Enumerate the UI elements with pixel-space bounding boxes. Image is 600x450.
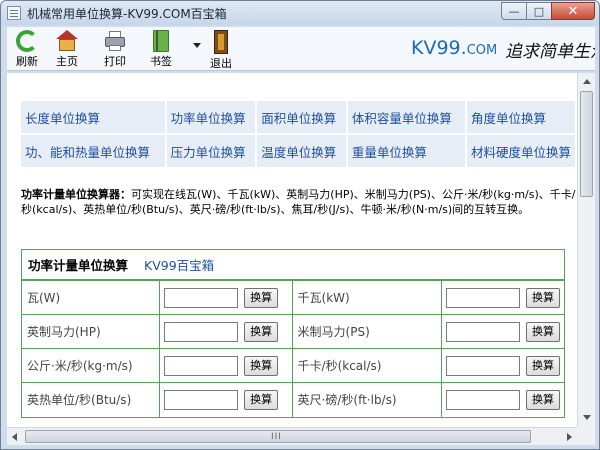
maximize-icon: □ — [533, 4, 545, 18]
window-title: 机械常用单位换算-KV99.COM百宝箱 — [27, 7, 227, 21]
convert-button[interactable]: 换算 — [526, 321, 560, 342]
unit-cell: 换算 — [441, 348, 564, 383]
bookmark-label: 书签 — [150, 55, 172, 68]
ps-input[interactable] — [446, 321, 520, 342]
nav-pressure[interactable]: 压力单位换算 — [166, 135, 256, 167]
unit-cell: 换算 — [441, 314, 564, 349]
home-icon — [56, 30, 78, 52]
nav-power[interactable]: 功率单位换算 — [166, 101, 256, 133]
scroll-up-icon[interactable] — [583, 79, 591, 84]
nav-angle[interactable]: 角度单位换算 — [466, 101, 575, 133]
calc-row: 英制马力(HP) 换算 米制马力(PS) 换算 — [22, 314, 564, 349]
unit-cell: 换算 — [441, 280, 564, 315]
home-label: 主页 — [56, 55, 78, 68]
convert-button[interactable]: 换算 — [526, 355, 560, 376]
vertical-scroll-thumb[interactable] — [580, 91, 593, 197]
close-button[interactable]: ✕ — [551, 2, 595, 20]
refresh-label: 刷新 — [16, 55, 38, 68]
unit-label: 英热单位/秒(Btu/s) — [22, 382, 161, 417]
brand-suffix: COM — [466, 43, 498, 58]
horizontal-scroll-thumb[interactable]: III — [25, 430, 531, 443]
bookmark-dropdown-icon[interactable] — [193, 43, 201, 48]
exit-button[interactable]: 退出 — [201, 29, 241, 70]
calc-row: 瓦(W) 换算 千瓦(kW) 换算 — [22, 280, 564, 315]
nav-hardness[interactable]: 材料硬度单位换算 — [466, 135, 575, 167]
unit-cell: 换算 — [159, 280, 293, 315]
unit-label: 千瓦(kW) — [291, 280, 443, 315]
power-calculator: 功率计量单位换算 KV99百宝箱 瓦(W) 换算 千瓦(kW) 换算 英制马力(… — [21, 249, 565, 418]
kcals-input[interactable] — [446, 355, 520, 376]
scroll-right-icon[interactable] — [567, 433, 572, 441]
maximize-button[interactable]: □ — [526, 2, 552, 20]
brand-logo: KV99.COM — [411, 37, 497, 59]
ftlbs-input[interactable] — [446, 389, 520, 410]
hp-input[interactable] — [164, 321, 239, 342]
title-bar[interactable]: 机械常用单位换算-KV99.COM百宝箱 — □ ✕ — [1, 1, 599, 25]
exit-label: 退出 — [210, 57, 232, 70]
unit-label: 瓦(W) — [22, 280, 161, 315]
calculator-brand-link[interactable]: KV99百宝箱 — [144, 255, 214, 274]
nav-temperature[interactable]: 温度单位换算 — [257, 135, 346, 167]
app-icon — [7, 6, 21, 20]
kgms-input[interactable] — [164, 355, 239, 376]
app-window: 机械常用单位换算-KV99.COM百宝箱 — □ ✕ 刷新 主页 打印 书签 退… — [0, 0, 600, 450]
brand-main: KV99. — [411, 37, 467, 59]
unit-cell: 换算 — [159, 314, 293, 349]
unit-label: 米制马力(PS) — [291, 314, 443, 349]
convert-button[interactable]: 换算 — [244, 287, 279, 308]
scroll-down-icon[interactable] — [583, 415, 591, 420]
scrollbar-corner — [577, 427, 595, 445]
horizontal-scrollbar[interactable]: III — [7, 427, 577, 445]
print-label: 打印 — [104, 55, 126, 68]
unit-label: 英制马力(HP) — [22, 314, 161, 349]
close-icon: ✕ — [567, 3, 579, 19]
unit-label: 千卡/秒(kcal/s) — [291, 348, 443, 383]
print-button[interactable]: 打印 — [95, 29, 135, 69]
unit-cell: 换算 — [441, 382, 564, 417]
scroll-left-icon[interactable] — [12, 433, 17, 441]
btus-input[interactable] — [164, 389, 239, 410]
content-viewport: 长度单位换算 功率单位换算 面积单位换算 体积容量单位换算 角度单位换算 功、能… — [7, 73, 577, 427]
unit-label: 公斤·米/秒(kg·m/s) — [22, 348, 161, 383]
exit-door-icon — [214, 30, 228, 54]
convert-button[interactable]: 换算 — [526, 287, 560, 308]
calculator-header: 功率计量单位换算 KV99百宝箱 — [22, 250, 564, 280]
printer-icon — [104, 30, 126, 52]
nav-energy[interactable]: 功、能和热量单位换算 — [21, 135, 165, 167]
vertical-scrollbar[interactable] — [577, 73, 595, 427]
nav-volume[interactable]: 体积容量单位换算 — [347, 101, 465, 133]
converter-nav: 长度单位换算 功率单位换算 面积单位换算 体积容量单位换算 角度单位换算 功、能… — [19, 99, 577, 169]
watt-input[interactable] — [164, 287, 239, 308]
nav-row: 功、能和热量单位换算 压力单位换算 温度单位换算 重量单位换算 材料硬度单位换算 — [21, 135, 575, 167]
nav-row: 长度单位换算 功率单位换算 面积单位换算 体积容量单位换算 角度单位换算 — [21, 101, 575, 133]
kilowatt-input[interactable] — [446, 287, 520, 308]
convert-button[interactable]: 换算 — [244, 389, 279, 410]
description: 功率计量单位换算器：可实现在线瓦(W)、千瓦(kW)、英制马力(HP)、米制马力… — [21, 187, 577, 217]
nav-area[interactable]: 面积单位换算 — [257, 101, 346, 133]
convert-button[interactable]: 换算 — [526, 389, 560, 410]
description-lead: 功率计量单位换算器： — [21, 188, 131, 201]
bookmark-icon — [153, 30, 169, 52]
toolbar: 刷新 主页 打印 书签 退出 KV99.COM 追求简单生活 — [7, 27, 595, 71]
unit-cell: 换算 — [159, 348, 293, 383]
calc-row: 公斤·米/秒(kg·m/s) 换算 千卡/秒(kcal/s) 换算 — [22, 348, 564, 383]
unit-label: 英尺·磅/秒(ft·lb/s) — [291, 382, 443, 417]
slogan: 追求简单生活 — [505, 42, 595, 62]
unit-cell: 换算 — [159, 382, 293, 417]
calculator-grid: 瓦(W) 换算 千瓦(kW) 换算 英制马力(HP) 换算 米制马力(PS) 换… — [22, 280, 564, 417]
scroll-grip: III — [271, 432, 282, 442]
minimize-button[interactable]: — — [501, 2, 527, 20]
nav-weight[interactable]: 重量单位换算 — [347, 135, 465, 167]
minimize-icon: — — [508, 4, 520, 18]
bookmark-button[interactable]: 书签 — [141, 29, 181, 69]
calculator-title: 功率计量单位换算 — [28, 258, 129, 273]
nav-length[interactable]: 长度单位换算 — [21, 101, 165, 133]
home-button[interactable]: 主页 — [47, 29, 87, 69]
calc-row: 英热单位/秒(Btu/s) 换算 英尺·磅/秒(ft·lb/s) 换算 — [22, 382, 564, 417]
convert-button[interactable]: 换算 — [244, 355, 279, 376]
refresh-button[interactable]: 刷新 — [7, 29, 47, 69]
convert-button[interactable]: 换算 — [244, 321, 279, 342]
refresh-icon — [16, 30, 38, 52]
